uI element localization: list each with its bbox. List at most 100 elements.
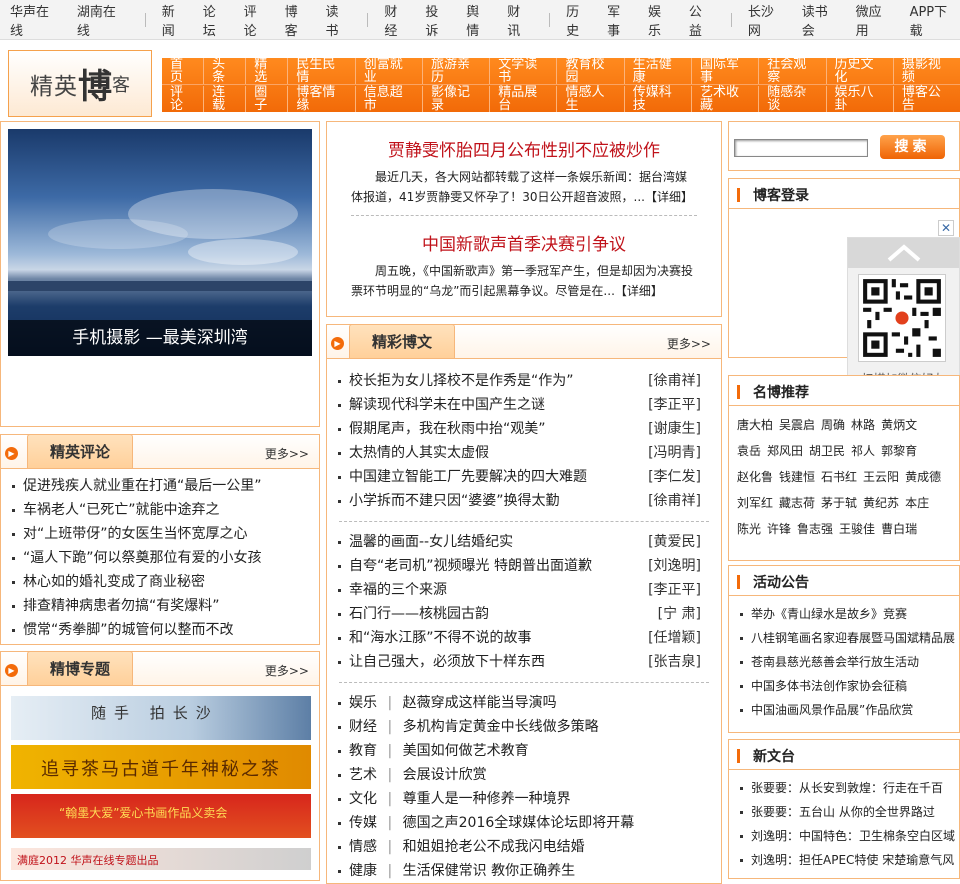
newstage-item[interactable]: 张要要：五台山 从你的全世界路过: [729, 800, 959, 824]
article-item[interactable]: 艺术 | 会展设计欣赏: [327, 763, 721, 787]
article-item[interactable]: 财经 | 多机构肯定黄金中长线做多策略: [327, 715, 721, 739]
article-item[interactable]: 娱乐 | 赵薇穿成这样能当导演吗: [327, 691, 721, 715]
blogger-name[interactable]: 本庄: [905, 496, 929, 510]
article-item[interactable]: 小学拆而不建只因“婆婆”换得太勤 [徐甫祥]: [327, 489, 711, 513]
nav-item[interactable]: 摄影视频: [894, 58, 960, 84]
nav-item[interactable]: 生活健康: [625, 58, 693, 84]
article-title[interactable]: 石门行——核桃园古韵: [349, 606, 489, 622]
article-item[interactable]: 文化 | 尊重人是一种修养一种境界: [327, 787, 721, 811]
nav-item[interactable]: 教育校园: [557, 58, 625, 84]
article-item[interactable]: 假期尾声，我在秋雨中抬“观美” [谢康生]: [327, 417, 711, 441]
blogger-name[interactable]: 陈光: [737, 522, 761, 536]
nav-item[interactable]: 头条: [204, 58, 247, 84]
article-author[interactable]: [徐甫祥]: [648, 369, 701, 393]
article-title[interactable]: 和姐姐抢老公不成我闪电结婚: [403, 839, 585, 855]
article-author[interactable]: [张吉泉]: [648, 650, 701, 674]
article-title[interactable]: 假期尾声，我在秋雨中抬“观美”: [349, 421, 546, 437]
nav-item[interactable]: 影像记录: [423, 85, 491, 112]
nav-item[interactable]: 信息超市: [356, 85, 423, 112]
article-category[interactable]: 教育: [349, 743, 377, 759]
back-to-top-button[interactable]: [848, 238, 959, 268]
article-item[interactable]: 石门行——核桃园古韵 [宁 肃]: [327, 602, 711, 626]
topbar-link[interactable]: 湖南在线: [77, 1, 129, 39]
article-item[interactable]: 太热情的人其实太虚假 [冯明青]: [327, 441, 711, 465]
article-item[interactable]: 和“海水江豚”不得不说的故事 [任增颖]: [327, 626, 711, 650]
articles-more-link[interactable]: 更多>>: [667, 335, 711, 352]
topbar-link[interactable]: 公益: [689, 1, 715, 39]
blogger-name[interactable]: 郑风田: [767, 444, 803, 458]
article-author[interactable]: [宁 肃]: [658, 602, 701, 626]
blogger-name[interactable]: 袁岳: [737, 444, 761, 458]
blogger-name[interactable]: 黄成德: [905, 470, 941, 484]
article-title[interactable]: 会展设计欣赏: [403, 767, 487, 783]
nav-item[interactable]: 娱乐八卦: [827, 85, 894, 112]
article-item[interactable]: 校长拒为女儿择校不是作秀是“作为” [徐甫祥]: [327, 369, 711, 393]
article-category[interactable]: 传媒: [349, 815, 377, 831]
article-item[interactable]: 让自己强大，必须放下十样东西 [张吉泉]: [327, 650, 711, 674]
blogger-name[interactable]: 周确: [821, 418, 845, 432]
article-author[interactable]: [徐甫祥]: [648, 489, 701, 513]
topbar-link[interactable]: 评论: [244, 1, 270, 39]
featured-photo[interactable]: 手机摄影 —最美深圳湾: [8, 129, 312, 356]
topbar-link[interactable]: 读书: [326, 1, 352, 39]
blogger-name[interactable]: 石书红: [821, 470, 857, 484]
article-author[interactable]: [任增颖]: [648, 626, 701, 650]
review-item[interactable]: 排查精神病患者勿搞“有奖爆料”: [1, 594, 319, 618]
article-category[interactable]: 艺术: [349, 767, 377, 783]
article-title[interactable]: 太热情的人其实太虚假: [349, 445, 489, 461]
article-item[interactable]: 传媒 | 德国之声2016全球媒体论坛即将开幕: [327, 811, 721, 835]
article-title[interactable]: 多机构肯定黄金中长线做多策略: [403, 719, 599, 735]
event-item[interactable]: 八桂钢笔画名家迎春展暨马国斌精品展: [729, 626, 959, 650]
article-item[interactable]: 解读现代科学未在中国产生之谜 [李正平]: [327, 393, 711, 417]
topic-banner-charity[interactable]: “翰墨大爱”爱心书画作品义卖会: [11, 794, 311, 838]
article-title[interactable]: 和“海水江豚”不得不说的故事: [349, 630, 532, 646]
topbar-link[interactable]: 长沙网: [748, 1, 787, 39]
topbar-link[interactable]: 读书会: [802, 1, 841, 39]
topbar-link[interactable]: 历史: [566, 1, 592, 39]
blogger-name[interactable]: 钱建恒: [779, 470, 815, 484]
nav-item[interactable]: 社会观察: [759, 58, 827, 84]
article-author[interactable]: [黄爱民]: [648, 530, 701, 554]
blogger-name[interactable]: 黄纪苏: [863, 496, 899, 510]
article-title[interactable]: 幸福的三个来源: [349, 582, 447, 598]
article-title[interactable]: 生活保健常识 教你正确养生: [403, 863, 575, 879]
topbar-link[interactable]: 舆情: [466, 1, 492, 39]
blogger-name[interactable]: 许锋: [767, 522, 791, 536]
article-title[interactable]: 校长拒为女儿择校不是作秀是“作为”: [349, 373, 574, 389]
article-category[interactable]: 健康: [349, 863, 377, 879]
article-title[interactable]: 温馨的画面--女儿结婚纪实: [349, 534, 513, 550]
nav-item[interactable]: 艺术收藏: [692, 85, 760, 112]
topbar-link[interactable]: APP下载: [910, 1, 960, 39]
blogger-name[interactable]: 吴震启: [779, 418, 815, 432]
article-item[interactable]: 教育 | 美国如何做艺术教育: [327, 739, 721, 763]
blogger-name[interactable]: 胡卫民: [809, 444, 845, 458]
article-category[interactable]: 情感: [349, 839, 377, 855]
article-title[interactable]: 赵薇穿成这样能当导演吗: [403, 695, 557, 711]
nav-item[interactable]: 传媒科技: [625, 85, 693, 112]
nav-item[interactable]: 国际军事: [692, 58, 760, 84]
blogger-name[interactable]: 茅于轼: [821, 496, 857, 510]
topbar-link[interactable]: 微应用: [856, 1, 895, 39]
article-title[interactable]: 美国如何做艺术教育: [403, 743, 529, 759]
topic-banner-changsha[interactable]: 随手 拍长沙: [11, 696, 311, 740]
blogger-name[interactable]: 祁人: [851, 444, 875, 458]
blogger-name[interactable]: 王云阳: [863, 470, 899, 484]
nav-item[interactable]: 文学读书: [490, 58, 558, 84]
article-author[interactable]: [冯明青]: [648, 441, 701, 465]
blogger-name[interactable]: 唐大柏: [737, 418, 773, 432]
news-headline[interactable]: 中国新歌声首季决赛引争议: [327, 230, 721, 255]
newstage-item[interactable]: 张要要：从长安到敦煌：行走在千百: [729, 776, 959, 800]
blogger-name[interactable]: 鲁志强: [797, 522, 833, 536]
nav-item[interactable]: 精品展台: [490, 85, 558, 112]
nav-item[interactable]: 评论: [162, 85, 205, 112]
nav-item[interactable]: 首页: [162, 58, 205, 84]
nav-item[interactable]: 博客公告: [894, 86, 960, 112]
review-item[interactable]: 促进残疾人就业重在打通“最后一公里”: [1, 474, 319, 498]
topbar-link[interactable]: 娱乐: [648, 1, 674, 39]
nav-item[interactable]: 圈子: [246, 85, 289, 112]
blogger-name[interactable]: 王骏佳: [839, 522, 875, 536]
nav-item[interactable]: 历史文化: [827, 58, 894, 84]
articles-title[interactable]: 精彩博文: [349, 324, 456, 358]
event-item[interactable]: 中国多体书法创作家协会征稿: [729, 674, 959, 698]
article-item[interactable]: 幸福的三个来源 [李正平]: [327, 578, 711, 602]
